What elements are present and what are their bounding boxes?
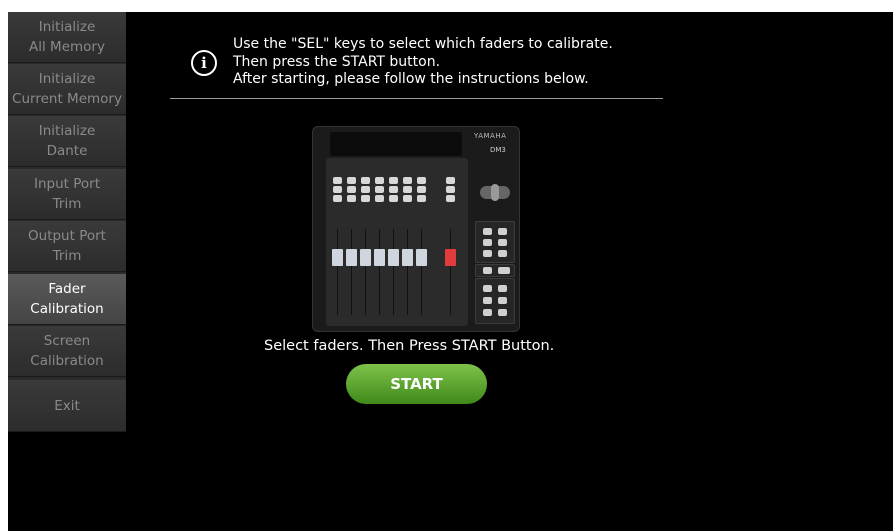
sel-key xyxy=(333,186,342,193)
brand-logo: YAMAHA xyxy=(474,132,507,140)
fader-track xyxy=(379,229,380,315)
mixer-console-image: YAMAHA DM3 xyxy=(312,126,520,332)
fader-track xyxy=(337,229,338,315)
console-key xyxy=(483,297,492,304)
sidebar-item-fader-calibration[interactable]: Fader Calibration xyxy=(8,274,126,325)
fader-cap xyxy=(416,249,427,266)
sel-key xyxy=(361,177,370,184)
sel-key xyxy=(361,195,370,202)
console-key xyxy=(498,309,507,316)
console-key xyxy=(483,239,492,246)
sel-key xyxy=(375,186,384,193)
sidebar-item-label: Fader Calibration xyxy=(30,281,104,317)
fader-strip xyxy=(360,164,371,322)
instruction-line: Then press the START button. xyxy=(233,53,441,70)
sidebar-item-label: Screen Calibration xyxy=(30,333,104,369)
sidebar-item-output-port-trim[interactable]: Output Port Trim xyxy=(8,221,126,272)
console-key-section xyxy=(475,264,515,277)
sel-key xyxy=(417,177,426,184)
sel-key xyxy=(333,195,342,202)
window-edge xyxy=(0,0,8,531)
fader-cap xyxy=(374,249,385,266)
sel-key xyxy=(333,177,342,184)
fader-cap xyxy=(332,249,343,266)
sel-key xyxy=(446,195,455,202)
sel-key xyxy=(403,186,412,193)
top-bar xyxy=(8,0,893,12)
console-key xyxy=(498,297,507,304)
instructions: Use the "SEL" keys to select which fader… xyxy=(233,36,673,89)
fader-cap xyxy=(388,249,399,266)
sel-key xyxy=(347,195,356,202)
sel-key xyxy=(446,186,455,193)
info-icon: i xyxy=(191,50,217,76)
divider xyxy=(170,98,663,99)
model-logo: DM3 xyxy=(490,146,506,154)
sel-key xyxy=(417,186,426,193)
sidebar-item-label: Initialize Current Memory xyxy=(12,71,122,107)
sidebar-item-screen-calibration[interactable]: Screen Calibration xyxy=(8,326,126,377)
console-key-section xyxy=(475,278,515,324)
sel-key xyxy=(347,186,356,193)
fader-track xyxy=(450,229,451,315)
fader-strip xyxy=(445,164,456,322)
sidebar-item-label: Initialize All Memory xyxy=(29,19,105,55)
sidebar-item-label: Input Port Trim xyxy=(33,176,100,212)
sel-key xyxy=(446,177,455,184)
start-button[interactable]: START xyxy=(346,364,487,404)
console-key xyxy=(498,267,510,274)
sel-key xyxy=(389,195,398,202)
instruction-line: Use the "SEL" keys to select which fader… xyxy=(233,36,613,52)
console-key xyxy=(498,285,507,292)
fader-strip xyxy=(374,164,385,322)
sidebar-item-input-port-trim[interactable]: Input Port Trim xyxy=(8,169,126,220)
fader-strip xyxy=(332,164,343,322)
sidebar-item-label: Exit xyxy=(54,397,80,414)
console-key xyxy=(483,228,492,235)
sidebar-item-initialize-current-memory[interactable]: Initialize Current Memory xyxy=(8,64,126,115)
sidebar-item-initialize-dante[interactable]: Initialize Dante xyxy=(8,116,126,167)
fader-track xyxy=(421,229,422,315)
status-text: Select faders. Then Press START Button. xyxy=(264,338,555,354)
sel-key xyxy=(375,195,384,202)
console-key xyxy=(498,239,507,246)
fader-strip xyxy=(346,164,357,322)
sidebar-item-label: Initialize Dante xyxy=(38,123,96,159)
console-key xyxy=(483,267,492,274)
console-key xyxy=(483,250,492,257)
console-key-section xyxy=(475,221,515,263)
fader-track xyxy=(351,229,352,315)
sidebar-item-initialize-all-memory[interactable]: Initialize All Memory xyxy=(8,12,126,63)
sel-key xyxy=(389,186,398,193)
console-key xyxy=(498,250,507,257)
console-screen xyxy=(330,132,462,156)
fader-cap xyxy=(445,249,456,266)
sel-key xyxy=(403,195,412,202)
sel-key xyxy=(347,177,356,184)
sel-key xyxy=(361,186,370,193)
exit-button[interactable]: Exit xyxy=(8,380,126,432)
console-key xyxy=(483,285,492,292)
console-knob xyxy=(480,184,510,201)
sel-key xyxy=(375,177,384,184)
fader-cap xyxy=(360,249,371,266)
fader-strip xyxy=(402,164,413,322)
fader-strip xyxy=(388,164,399,322)
sidebar-item-label: Output Port Trim xyxy=(28,228,106,264)
fader-strip xyxy=(416,164,427,322)
fader-cap xyxy=(346,249,357,266)
fader-cap xyxy=(402,249,413,266)
fader-track xyxy=(393,229,394,315)
sel-key xyxy=(389,177,398,184)
sidebar: Initialize All Memory Initialize Current… xyxy=(8,12,126,432)
sel-key xyxy=(417,195,426,202)
sel-key xyxy=(403,177,412,184)
fader-track xyxy=(365,229,366,315)
console-key xyxy=(483,309,492,316)
console-key xyxy=(498,228,507,235)
fader-track xyxy=(407,229,408,315)
instruction-line: After starting, please follow the instru… xyxy=(233,71,589,87)
